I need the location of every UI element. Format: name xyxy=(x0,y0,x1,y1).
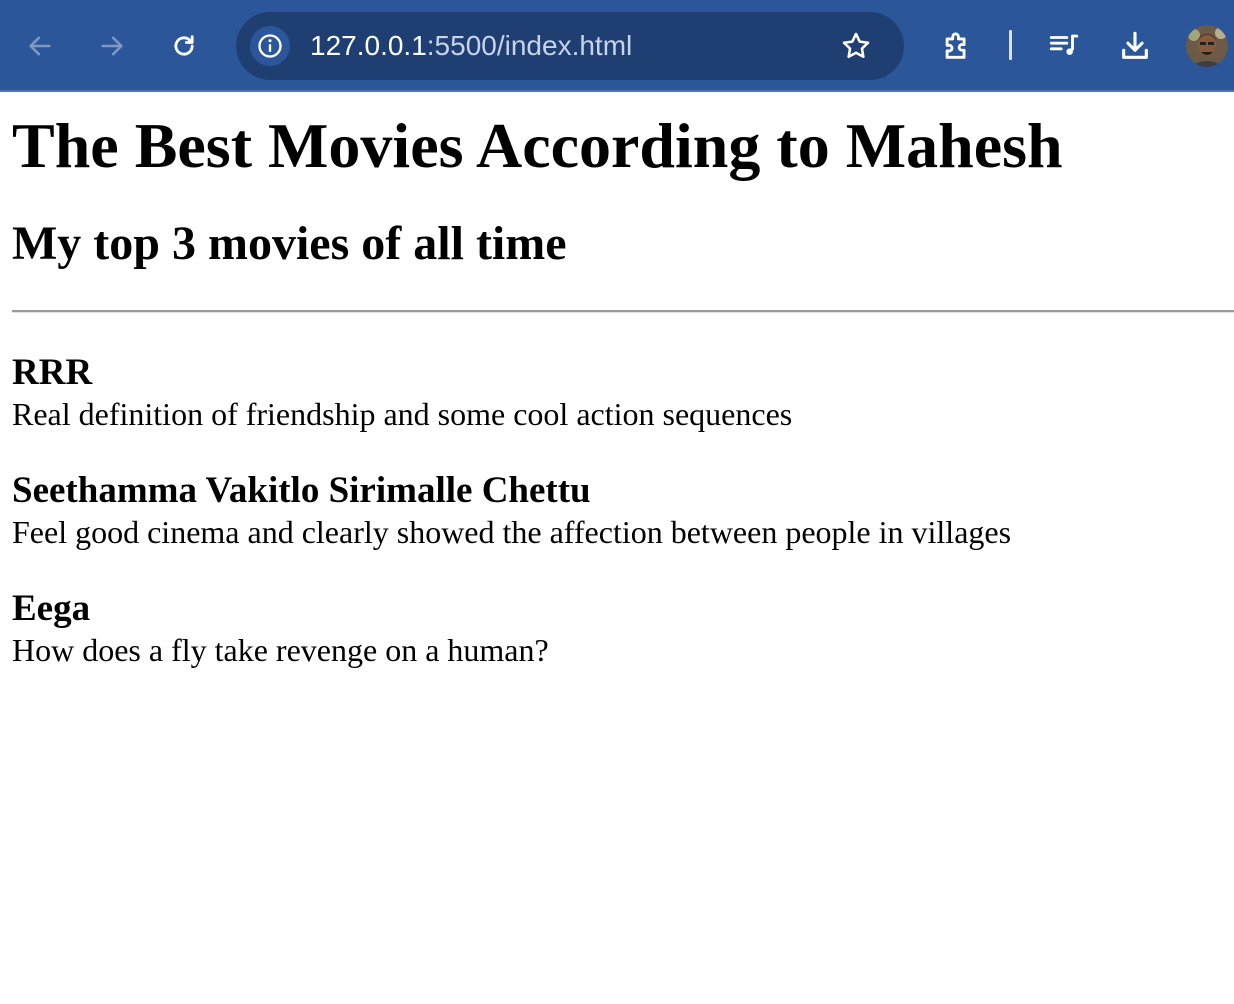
downloads-button[interactable] xyxy=(1115,26,1155,66)
url-host: 127.0.0.1 xyxy=(310,30,427,61)
site-info-button[interactable] xyxy=(250,26,290,66)
movie-description: How does a fly take revenge on a human? xyxy=(12,632,549,668)
download-icon xyxy=(1122,31,1148,59)
media-controls-button[interactable] xyxy=(1044,26,1084,66)
movie-title: Eega xyxy=(12,588,91,629)
extensions-button[interactable] xyxy=(937,26,977,66)
movie-title: Seethamma Vakitlo Sirimalle Chettu xyxy=(12,470,591,511)
toolbar-separator xyxy=(1009,30,1012,60)
star-icon xyxy=(842,32,870,59)
page-content: The Best Movies According to Mahesh My t… xyxy=(0,112,1234,669)
back-button[interactable] xyxy=(20,26,60,66)
page-title: The Best Movies According to Mahesh xyxy=(12,110,1063,181)
url-text[interactable]: 127.0.0.1:5500/index.html xyxy=(310,12,632,80)
movie-description: Feel good cinema and clearly showed the … xyxy=(12,514,1012,550)
movie-title: RRR xyxy=(12,352,93,393)
reload-icon xyxy=(174,35,194,56)
address-bar[interactable]: 127.0.0.1:5500/index.html xyxy=(236,12,904,80)
arrow-left-icon xyxy=(29,36,51,56)
profile-avatar[interactable] xyxy=(1186,25,1228,67)
reload-button[interactable] xyxy=(164,26,204,66)
bookmark-button[interactable] xyxy=(836,26,876,66)
playlist-music-icon xyxy=(1049,34,1079,55)
forward-button[interactable] xyxy=(92,26,132,66)
arrow-right-icon xyxy=(101,36,123,56)
puzzle-icon xyxy=(945,32,966,59)
browser-toolbar: 127.0.0.1:5500/index.html xyxy=(0,0,1234,92)
movie-description: Real definition of friendship and some c… xyxy=(12,396,793,432)
avatar xyxy=(1186,25,1228,67)
page-subtitle: My top 3 movies of all time xyxy=(12,217,567,270)
divider xyxy=(12,310,1234,313)
url-path: :5500/index.html xyxy=(426,30,633,61)
info-icon xyxy=(258,34,282,58)
